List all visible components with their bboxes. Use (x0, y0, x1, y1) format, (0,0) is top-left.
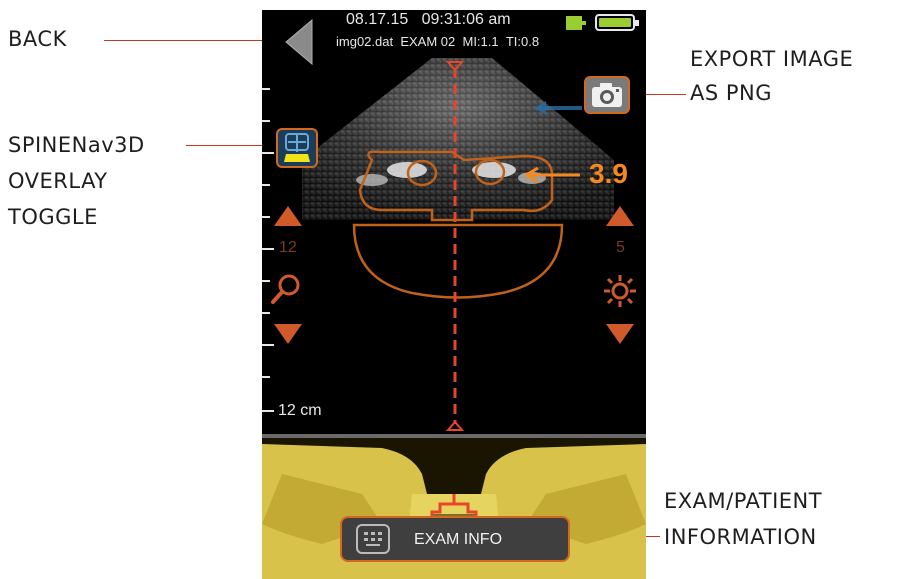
ultrasound-image (302, 58, 614, 431)
battery-icon (566, 14, 639, 31)
depth-scale-label: 12 cm (278, 402, 322, 419)
exam-info-label: EXAM INFO (414, 531, 503, 548)
status-exam-info: img02.dat EXAM 02 MI:1.1 TI:0.8 (336, 34, 539, 49)
exam-info-button[interactable]: EXAM INFO (340, 516, 570, 562)
depth-up-button[interactable] (274, 206, 302, 226)
exam-callout-line1: EXAM/PATIENT (664, 489, 823, 513)
device-screen: 08.17.15 09:31:06 am img02.dat EXAM 02 M… (262, 10, 646, 579)
back-button[interactable] (284, 18, 314, 66)
export-image-button[interactable] (584, 76, 630, 114)
gain-down-button[interactable] (606, 324, 634, 344)
brightness-icon (604, 275, 636, 307)
status-date: 08.17.15 (346, 11, 409, 28)
magnifier-icon (271, 274, 300, 304)
back-callout: BACK (8, 27, 67, 51)
status-time: 09:31:06 am (421, 11, 511, 28)
camera-icon (592, 83, 622, 107)
back-leader-line (104, 40, 276, 41)
status-ti: TI:0.8 (505, 34, 540, 49)
gain-up-button[interactable] (606, 206, 634, 226)
depth-measurement-readout: 3.9 (589, 158, 628, 189)
overlay-callout-line3: TOGGLE (8, 205, 98, 229)
depth-value: 12 (279, 239, 297, 256)
gain-value: 5 (616, 239, 625, 256)
spinenav-overlay-toggle[interactable] (276, 128, 318, 168)
depth-ruler (262, 80, 274, 420)
export-callout-line1: EXPORT IMAGE (690, 47, 854, 71)
exam-callout-line2: INFORMATION (664, 525, 817, 549)
status-file: img02.dat (336, 34, 394, 49)
keyboard-icon (356, 524, 390, 554)
status-exam: EXAM 02 (400, 34, 456, 49)
status-mi: MI:1.1 (462, 34, 499, 49)
export-callout-line2: AS PNG (690, 81, 773, 105)
overlay-leader-line (186, 145, 270, 146)
depth-down-button[interactable] (274, 324, 302, 344)
overlay-callout-line1: SPINENav3D (8, 133, 145, 157)
overlay-callout-line2: OVERLAY (8, 169, 108, 193)
status-datetime: 08.17.15 09:31:06 am (346, 11, 511, 29)
spine-overlay-icon (284, 133, 310, 162)
back-arrow-icon (285, 18, 313, 66)
